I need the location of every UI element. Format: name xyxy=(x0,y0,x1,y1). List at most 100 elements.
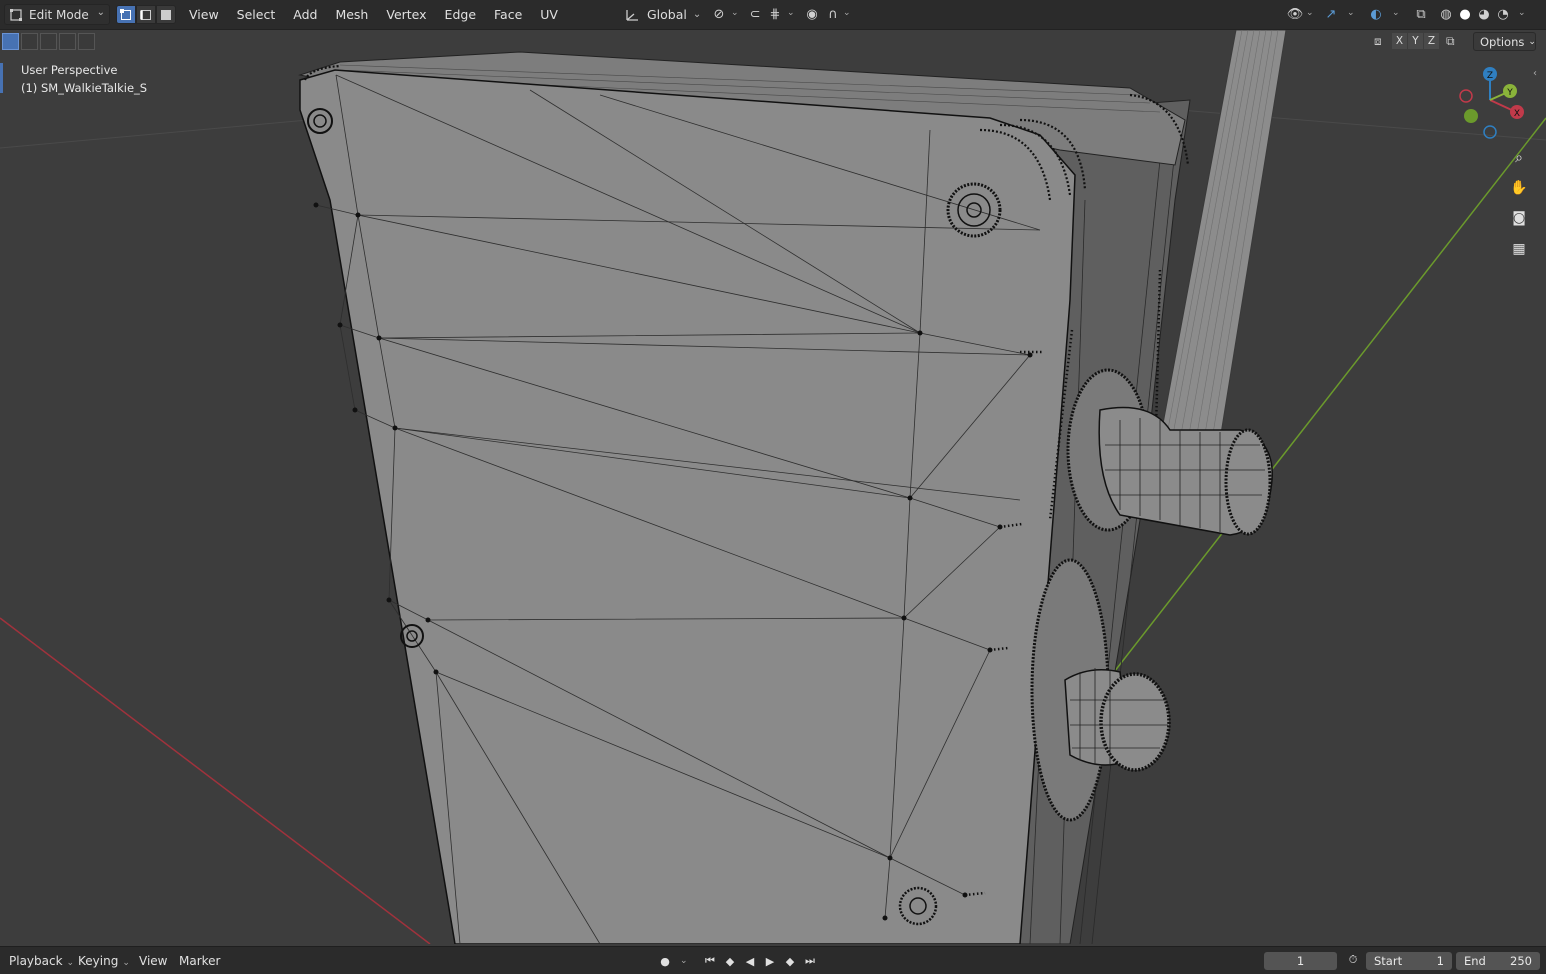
neg-z-handle[interactable] xyxy=(1483,125,1497,139)
menu-mesh[interactable]: Mesh xyxy=(326,6,377,23)
stopwatch-icon[interactable]: ⏱ xyxy=(1344,952,1362,968)
chevron-down-icon[interactable]: ⌄ xyxy=(1518,8,1526,18)
marker-menu[interactable]: Marker xyxy=(179,954,220,968)
3d-viewport[interactable]: User Perspective (1) SM_WalkieTalkie_S ⧈… xyxy=(0,30,1546,944)
play-reverse-icon[interactable]: ◀ xyxy=(741,953,759,969)
start-label: Start xyxy=(1374,954,1403,968)
gizmo-toggle-icon[interactable]: ↗ xyxy=(1322,5,1340,23)
select-new-button[interactable] xyxy=(2,33,19,50)
menu-edge[interactable]: Edge xyxy=(436,6,485,23)
keying-menu[interactable]: Keying ⌄ xyxy=(78,954,130,968)
material-shading-icon[interactable]: ◕ xyxy=(1475,5,1493,23)
chevron-down-icon[interactable]: ⌄ xyxy=(1392,8,1400,18)
chevron-down-icon: ⌄ xyxy=(96,7,105,18)
solid-shading-icon[interactable]: ● xyxy=(1456,5,1474,23)
orientation-label: Global xyxy=(647,7,687,22)
mirror-y-button[interactable]: Y xyxy=(1408,33,1423,49)
camera-view-icon[interactable]: ◙ xyxy=(1507,206,1531,230)
navigation-gizmo[interactable]: Z Y X xyxy=(1452,66,1532,146)
menu-vertex[interactable]: Vertex xyxy=(377,6,435,23)
wireframe-shading-icon[interactable]: ◍ xyxy=(1437,5,1455,23)
chevron-down-icon[interactable]: ⌄ xyxy=(787,8,795,18)
x-axis-line xyxy=(0,617,431,944)
pivot-point-icon[interactable]: ⊘ xyxy=(710,5,728,23)
face-select-button[interactable] xyxy=(156,5,176,24)
vertex-select-button[interactable] xyxy=(116,5,136,24)
selection-tool-group xyxy=(2,33,97,50)
grid-line xyxy=(0,117,331,149)
play-icon[interactable]: ▶ xyxy=(761,953,779,969)
chevron-down-icon[interactable]: ⌄ xyxy=(680,956,688,966)
end-value: 250 xyxy=(1510,954,1532,968)
chevron-down-icon: ⌄ xyxy=(692,9,702,20)
start-frame-field[interactable]: Start 1 xyxy=(1366,952,1452,970)
neg-x-handle[interactable] xyxy=(1459,89,1473,103)
perspective-label: User Perspective xyxy=(21,63,118,77)
snap-icon[interactable]: ⊂ xyxy=(746,5,764,23)
mode-label: Edit Mode xyxy=(29,7,89,22)
select-invert-button[interactable] xyxy=(59,33,76,50)
transform-orientation-dropdown[interactable]: Global ⌄ xyxy=(624,4,702,25)
start-value: 1 xyxy=(1436,954,1444,968)
current-frame-field[interactable]: 1 xyxy=(1264,952,1337,970)
zoom-icon[interactable]: ⌕ xyxy=(1507,146,1531,170)
jump-start-icon[interactable]: ⏮ xyxy=(701,953,719,969)
chevron-down-icon[interactable]: ⌄ xyxy=(1347,8,1355,18)
x-axis-letter: X xyxy=(1514,109,1520,119)
menu-view[interactable]: View xyxy=(180,6,228,23)
snap-increment-icon[interactable]: ⋕ xyxy=(766,5,784,23)
select-extend-button[interactable] xyxy=(21,33,38,50)
jump-end-icon[interactable]: ⏭ xyxy=(801,953,819,969)
collapse-sidebar-icon[interactable]: ‹ xyxy=(1533,68,1537,79)
next-keyframe-icon[interactable]: ◆ xyxy=(781,953,799,969)
mesh-canvas xyxy=(0,30,1546,944)
chevron-down-icon[interactable]: ⌄ xyxy=(1306,8,1314,18)
auto-merge-icon[interactable]: ⧉ xyxy=(1446,34,1466,49)
y-axis-letter: Y xyxy=(1506,88,1513,98)
timeline-view-menu[interactable]: View xyxy=(139,954,167,968)
edge-select-icon xyxy=(140,9,151,20)
playback-menu[interactable]: Playback ⌄ xyxy=(9,954,74,968)
pan-hand-icon[interactable]: ✋ xyxy=(1507,176,1531,200)
options-dropdown[interactable]: Options ⌄ xyxy=(1473,32,1536,51)
menu-add[interactable]: Add xyxy=(284,6,326,23)
menu-face[interactable]: Face xyxy=(485,6,531,23)
select-subtract-button[interactable] xyxy=(40,33,57,50)
visibility-icon[interactable]: 👁 xyxy=(1286,5,1304,23)
timeline-header: Playback ⌄ Keying ⌄ View Marker ● ⌄ ⏮ ◆ ◀ … xyxy=(0,946,1546,974)
orientation-icon xyxy=(626,9,638,21)
chevron-down-icon[interactable]: ⌄ xyxy=(843,8,851,18)
mirror-z-button[interactable]: Z xyxy=(1424,33,1439,49)
menu-uv[interactable]: UV xyxy=(531,6,567,23)
edge-select-button[interactable] xyxy=(136,5,156,24)
z-axis-letter: Z xyxy=(1487,71,1493,81)
record-icon[interactable]: ● xyxy=(656,953,674,969)
keying-label: Keying xyxy=(78,954,119,968)
falloff-icon[interactable]: ∩ xyxy=(824,5,842,23)
chevron-down-icon: ⌄ xyxy=(122,958,130,968)
chevron-down-icon[interactable]: ⌄ xyxy=(731,8,739,18)
mode-dropdown[interactable]: Edit Mode ⌄ xyxy=(4,4,110,25)
end-label: End xyxy=(1464,954,1486,968)
mirror-icon: ⧈ xyxy=(1374,33,1382,48)
options-label: Options xyxy=(1480,34,1525,49)
menu-select[interactable]: Select xyxy=(228,6,285,23)
mirror-x-button[interactable]: X xyxy=(1392,33,1407,49)
overlays-icon[interactable]: ◐ xyxy=(1367,5,1385,23)
xray-icon[interactable]: ⧉ xyxy=(1412,5,1430,23)
select-intersect-button[interactable] xyxy=(78,33,95,50)
vertex-select-icon xyxy=(120,8,131,20)
active-accent-bar xyxy=(0,63,3,93)
perspective-grid-icon[interactable]: ▦ xyxy=(1507,237,1531,261)
end-frame-field[interactable]: End 250 xyxy=(1456,952,1540,970)
rendered-shading-icon[interactable]: ◔ xyxy=(1494,5,1512,23)
prev-keyframe-icon[interactable]: ◆ xyxy=(721,953,739,969)
header-menu: View Select Add Mesh Vertex Edge Face UV xyxy=(180,6,567,23)
front-face-mesh xyxy=(299,69,1076,944)
antenna-mesh xyxy=(1159,30,1287,441)
object-label: (1) SM_WalkieTalkie_S xyxy=(21,81,148,95)
chevron-down-icon: ⌄ xyxy=(66,958,75,968)
neg-y-handle[interactable] xyxy=(1464,109,1478,123)
proportional-edit-icon[interactable]: ◉ xyxy=(803,5,821,23)
playback-label: Playback xyxy=(9,954,63,968)
